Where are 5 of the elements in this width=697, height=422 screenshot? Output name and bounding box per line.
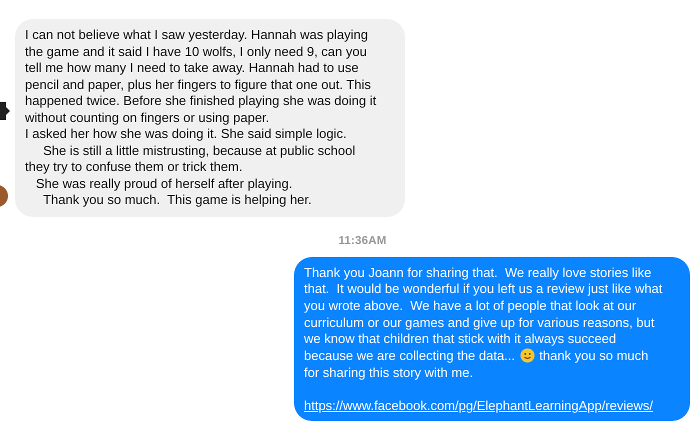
message-text: Thank you Joann for sharing that. We really love stories like that. It would be wonderful if you left us a review just like what you wrote above. We have a lot of people that look at our curriculum or our games and give up for various reasons, but we know that children that stick with it always succeed because we are collecting the data... thank you so much for sharing this story with me. (304, 264, 664, 382)
review-link[interactable]: https://www.facebook.com/pg/ElephantLearningApp/reviews/ (304, 398, 654, 415)
smiley-icon (520, 348, 535, 364)
message-bubble: I can not believe what I saw yesterday. Hannah was playing the game and it said I have 10 wolfs, I only need 9, can you tell me how many I need to take away. Hannah had to use pencil and paper, plus her fingers to figure that one out. This happened twice. Before she finished playing she was doing it without counting on fingers or using paper. I asked her how she was doing it. She said simple logic. She is still a little mistrusting, because at public school they try to confuse them or trick them. She was really proud of herself after playing. Thank you so much. This game is helping her. (15, 19, 405, 216)
timestamp: 11:36AM (338, 234, 387, 246)
